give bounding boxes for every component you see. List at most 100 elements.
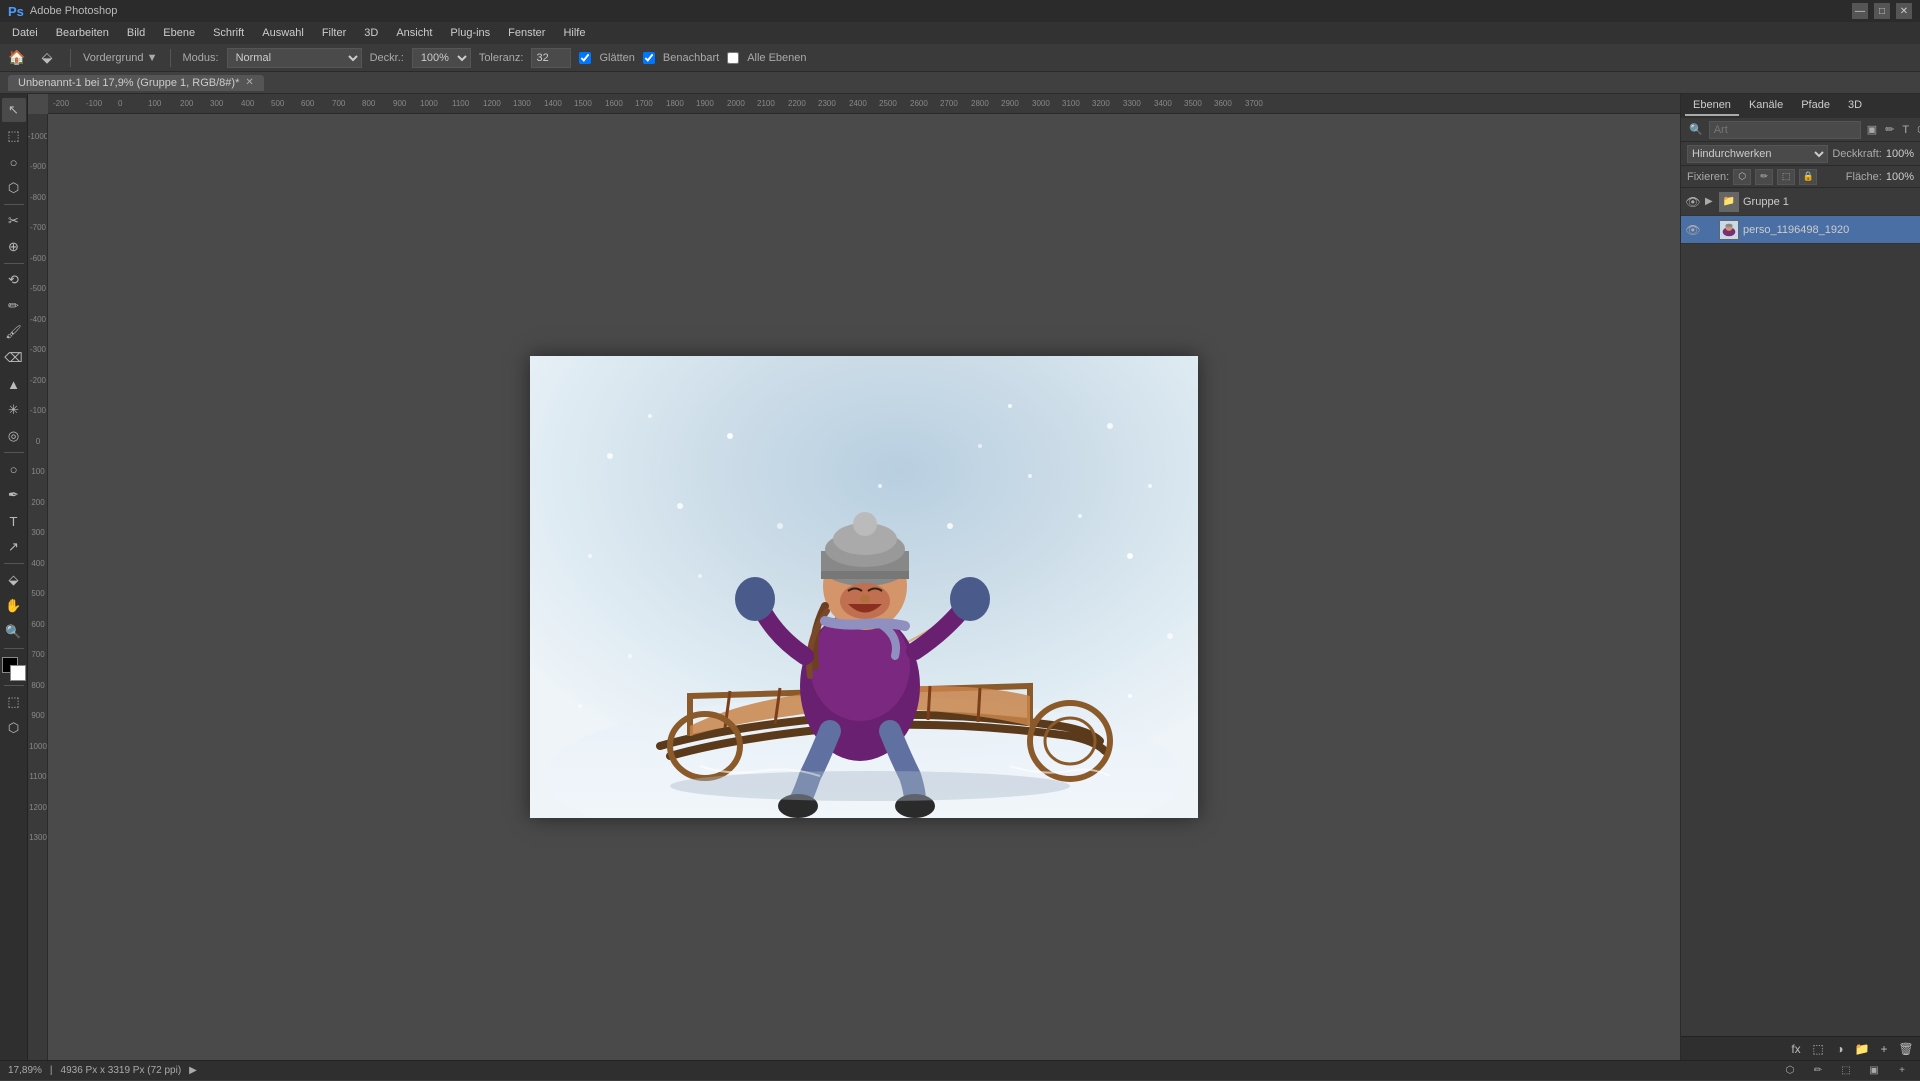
tool-text[interactable]: T [2,509,26,533]
tool-screen-mode[interactable]: ⬡ [2,716,26,740]
status-icon-4[interactable]: ▣ [1864,1061,1884,1081]
minimize-button[interactable]: — [1852,3,1868,19]
svg-text:600: 600 [31,620,45,629]
tab-3d[interactable]: 3D [1840,96,1870,116]
tool-stamp[interactable]: 🖌 [2,320,26,344]
menu-bild[interactable]: Bild [119,25,153,41]
menu-datei[interactable]: Datei [4,25,46,41]
svg-text:2200: 2200 [788,99,806,108]
tab-kanaele[interactable]: Kanäle [1741,96,1791,116]
deckkraft-value: 100% [1886,148,1914,160]
maximize-button[interactable]: □ [1874,3,1890,19]
layer-eye-image[interactable]: 👁 [1685,222,1701,238]
layers-icon-2[interactable]: ✏ [1883,123,1896,136]
tool-quick-select[interactable]: ⬡ [2,176,26,200]
svg-text:2300: 2300 [818,99,836,108]
menu-bearbeiten[interactable]: Bearbeiten [48,25,117,41]
layers-icon-1[interactable]: ▣ [1865,123,1879,136]
layer-adj-icon[interactable]: ◑ [1830,1039,1850,1059]
svg-text:2600: 2600 [910,99,928,108]
modus-select[interactable]: Normal Multiplizieren Negativ multiplizi… [227,48,362,68]
tool-eraser[interactable]: ▲ [2,372,26,396]
svg-text:-300: -300 [30,345,47,354]
tool-eyedropper[interactable]: ⊕ [2,235,26,259]
canvas-area[interactable]: -200 -100 0 100 200 300 400 500 600 700 … [28,94,1680,1060]
doc-tab[interactable]: Unbenannt-1 bei 17,9% (Gruppe 1, RGB/8#)… [8,75,264,91]
status-icon-2[interactable]: ✏ [1808,1061,1828,1081]
alle-ebenen-checkbox[interactable] [727,52,739,64]
menu-fenster[interactable]: Fenster [500,25,553,41]
close-button[interactable]: ✕ [1896,3,1912,19]
layer-group-icon[interactable]: 📁 [1852,1039,1872,1059]
layer-delete-icon[interactable]: 🗑 [1896,1039,1916,1059]
tool-move[interactable]: ↖ [2,98,26,122]
background-color[interactable] [10,665,26,681]
blend-mode-select[interactable]: Hindurchwerken Normal Multiplizieren [1687,145,1828,163]
ps-logo: Ps [8,4,24,19]
tool-quick-mask[interactable]: ⬚ [2,690,26,714]
svg-text:-400: -400 [30,315,47,324]
tool-gradient[interactable]: ✳ [2,398,26,422]
tool-hand[interactable]: ✋ [2,594,26,618]
tool-picker-icon[interactable]: ⬙ [36,47,58,69]
menu-hilfe[interactable]: Hilfe [555,25,593,41]
document-canvas[interactable] [530,356,1198,818]
benachbart-checkbox[interactable] [643,52,655,64]
layer-mask-icon[interactable]: ⬚ [1808,1039,1828,1059]
color-boxes[interactable] [2,657,26,681]
layer-expand-gruppe1[interactable]: ▶ [1705,196,1715,207]
layer-name-gruppe1: Gruppe 1 [1743,196,1916,208]
tool-lasso[interactable]: ○ [2,150,26,174]
layer-new-icon[interactable]: + [1874,1039,1894,1059]
ruler-left: -1000 -900 -800 -700 -600 -500 -400 -300… [28,114,48,1060]
tool-blur[interactable]: ◎ [2,424,26,448]
layer-fx-icon[interactable]: fx [1786,1039,1806,1059]
tab-ebenen[interactable]: Ebenen [1685,96,1739,116]
tool-brush[interactable]: ✏ [2,294,26,318]
layer-row-gruppe1[interactable]: 👁 ▶ 📁 Gruppe 1 [1681,188,1920,216]
svg-text:3200: 3200 [1092,99,1110,108]
lock-position-btn[interactable]: ⬡ [1733,169,1751,185]
titlebar-left: Ps Adobe Photoshop [8,4,117,19]
svg-text:-100: -100 [86,99,103,108]
layer-row-image[interactable]: 👁 perso_1196498_1920 [1681,216,1920,244]
menu-ebene[interactable]: Ebene [155,25,203,41]
menu-ansicht[interactable]: Ansicht [388,25,440,41]
tool-home-icon[interactable]: 🏠 [6,47,28,69]
zoom-level: 17,89% [8,1065,42,1076]
menu-filter[interactable]: Filter [314,25,354,41]
layers-icon-3[interactable]: T [1900,124,1911,136]
toleranz-input[interactable] [531,48,571,68]
status-icon-1[interactable]: ⬡ [1780,1061,1800,1081]
doc-tab-title: Unbenannt-1 bei 17,9% (Gruppe 1, RGB/8#)… [18,77,239,89]
lock-artboard-btn[interactable]: ⬚ [1777,169,1795,185]
modus-label: Modus: [183,52,219,64]
menu-auswahl[interactable]: Auswahl [254,25,312,41]
layers-icon-4[interactable]: ⬡ [1915,123,1920,136]
menu-plugins[interactable]: Plug-ins [442,25,498,41]
tool-history[interactable]: ⌫ [2,346,26,370]
glatten-checkbox[interactable] [579,52,591,64]
panel-right: Ebenen Kanäle Pfade 3D 🔍 ▣ ✏ T ⬡ ⚙ ◉ Hin… [1680,94,1920,1060]
tool-zoom[interactable]: 🔍 [2,620,26,644]
tool-healing[interactable]: ⟲ [2,268,26,292]
tool-pen[interactable]: ✒ [2,483,26,507]
tool-dodge[interactable]: ○ [2,457,26,481]
tool-path-select[interactable]: ↗ [2,535,26,559]
tool-marquee[interactable]: ⬚ [2,124,26,148]
tab-pfade[interactable]: Pfade [1793,96,1838,116]
tool-sep-3 [4,452,24,453]
doc-tab-close[interactable]: ✕ [245,77,253,88]
layers-search-input[interactable] [1709,121,1861,139]
svg-text:-200: -200 [30,376,47,385]
menu-schrift[interactable]: Schrift [205,25,252,41]
layer-eye-gruppe1[interactable]: 👁 [1685,194,1701,210]
menu-3d[interactable]: 3D [356,25,386,41]
lock-paint-btn[interactable]: ✏ [1755,169,1773,185]
tool-crop[interactable]: ✂ [2,209,26,233]
tool-shape[interactable]: ⬙ [2,568,26,592]
lock-all-btn[interactable]: 🔒 [1799,169,1817,185]
status-icon-5[interactable]: + [1892,1061,1912,1081]
status-icon-3[interactable]: ⬚ [1836,1061,1856,1081]
deckraft-select[interactable]: 100% [412,48,471,68]
